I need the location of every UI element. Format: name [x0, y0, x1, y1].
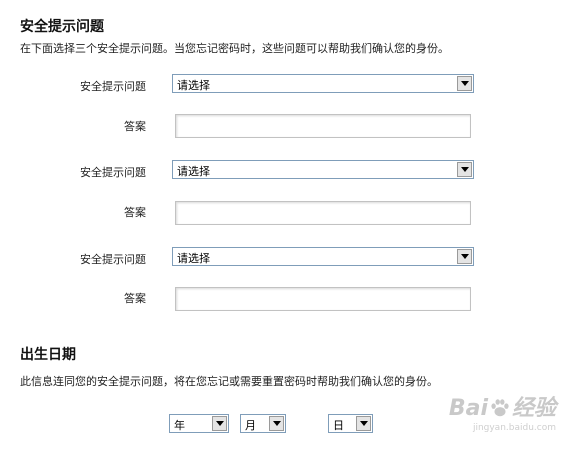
- watermark-brand-right: 经验: [511, 396, 556, 421]
- birth-month-select[interactable]: 月: [240, 414, 286, 433]
- watermark-brand-left: Bai: [448, 396, 488, 421]
- chevron-down-icon[interactable]: [212, 416, 227, 431]
- watermark-brand: Bai 经验: [449, 390, 556, 422]
- birth-section-title: 出生日期: [20, 347, 76, 363]
- question-1-select[interactable]: 请选择: [172, 74, 474, 93]
- question-1-select-value: 请选择: [177, 79, 210, 92]
- question-1-label: 安全提示问题: [80, 80, 146, 93]
- question-3-select-value: 请选择: [177, 252, 210, 265]
- answer-3-label: 答案: [124, 292, 146, 305]
- chevron-down-icon[interactable]: [457, 162, 472, 177]
- birth-year-value: 年: [174, 419, 185, 432]
- chevron-down-icon[interactable]: [356, 416, 371, 431]
- watermark-url: jingyan.baidu.com: [472, 423, 556, 433]
- answer-3-input[interactable]: [175, 287, 471, 311]
- answer-1-label: 答案: [124, 120, 146, 133]
- birth-day-value: 日: [333, 419, 344, 432]
- birth-year-select[interactable]: 年: [169, 414, 229, 433]
- chevron-down-icon[interactable]: [457, 249, 472, 264]
- answer-2-label: 答案: [124, 206, 146, 219]
- answer-2-input[interactable]: [175, 201, 471, 225]
- answer-1-input[interactable]: [175, 114, 471, 138]
- birth-day-select[interactable]: 日: [328, 414, 373, 433]
- question-3-label: 安全提示问题: [80, 253, 146, 266]
- chevron-down-icon[interactable]: [269, 416, 284, 431]
- watermark: Bai 经验 jingyan.baidu.com: [449, 390, 556, 433]
- question-2-select[interactable]: 请选择: [172, 160, 474, 179]
- question-2-select-value: 请选择: [177, 165, 210, 178]
- birth-section-description: 此信息连同您的安全提示问题，将在您忘记或需要重置密码时帮助我们确认您的身份。: [20, 375, 438, 388]
- security-section-title: 安全提示问题: [20, 19, 104, 35]
- paw-logo-icon: [491, 399, 509, 417]
- question-2-label: 安全提示问题: [80, 166, 146, 179]
- birth-month-value: 月: [245, 419, 256, 432]
- question-3-select[interactable]: 请选择: [172, 247, 474, 266]
- security-section-description: 在下面选择三个安全提示问题。当您忘记密码时，这些问题可以帮助我们确认您的身份。: [20, 42, 449, 55]
- chevron-down-icon[interactable]: [457, 76, 472, 91]
